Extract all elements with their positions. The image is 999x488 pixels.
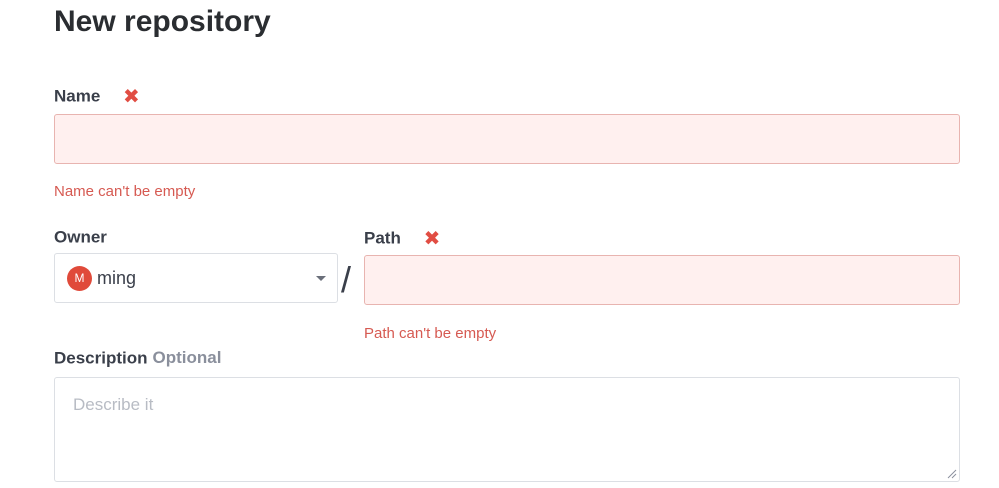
owner-select[interactable]: M ming: [54, 253, 338, 303]
description-placeholder: Describe it: [73, 395, 154, 414]
name-input[interactable]: [54, 114, 960, 164]
new-repository-page: New repository Name ✖ Name can't be empt…: [0, 0, 999, 488]
owner-path-separator: /: [341, 259, 352, 300]
resize-handle-icon[interactable]: [947, 469, 957, 479]
description-textarea[interactable]: Describe it: [54, 377, 960, 482]
owner-label: Owner: [54, 227, 107, 247]
page-title: New repository: [54, 5, 271, 38]
description-label: Description: [54, 348, 148, 368]
description-label-row: Description Optional: [54, 347, 221, 370]
avatar: M: [67, 266, 92, 291]
x-mark-icon: ✖: [423, 227, 441, 250]
x-mark-icon: ✖: [123, 85, 140, 108]
path-label-row: Path ✖: [364, 227, 440, 250]
owner-select-value: ming: [97, 268, 137, 288]
path-error-message: Path can't be empty: [364, 325, 497, 342]
path-label: Path: [364, 228, 401, 248]
path-input[interactable]: [364, 255, 960, 305]
owner-label-row: Owner: [54, 226, 107, 249]
name-label: Name: [54, 86, 101, 106]
name-label-row: Name ✖: [54, 85, 140, 108]
name-error-message: Name can't be empty: [54, 183, 196, 200]
optional-label: Optional: [152, 348, 222, 367]
caret-down-icon: [316, 276, 326, 281]
